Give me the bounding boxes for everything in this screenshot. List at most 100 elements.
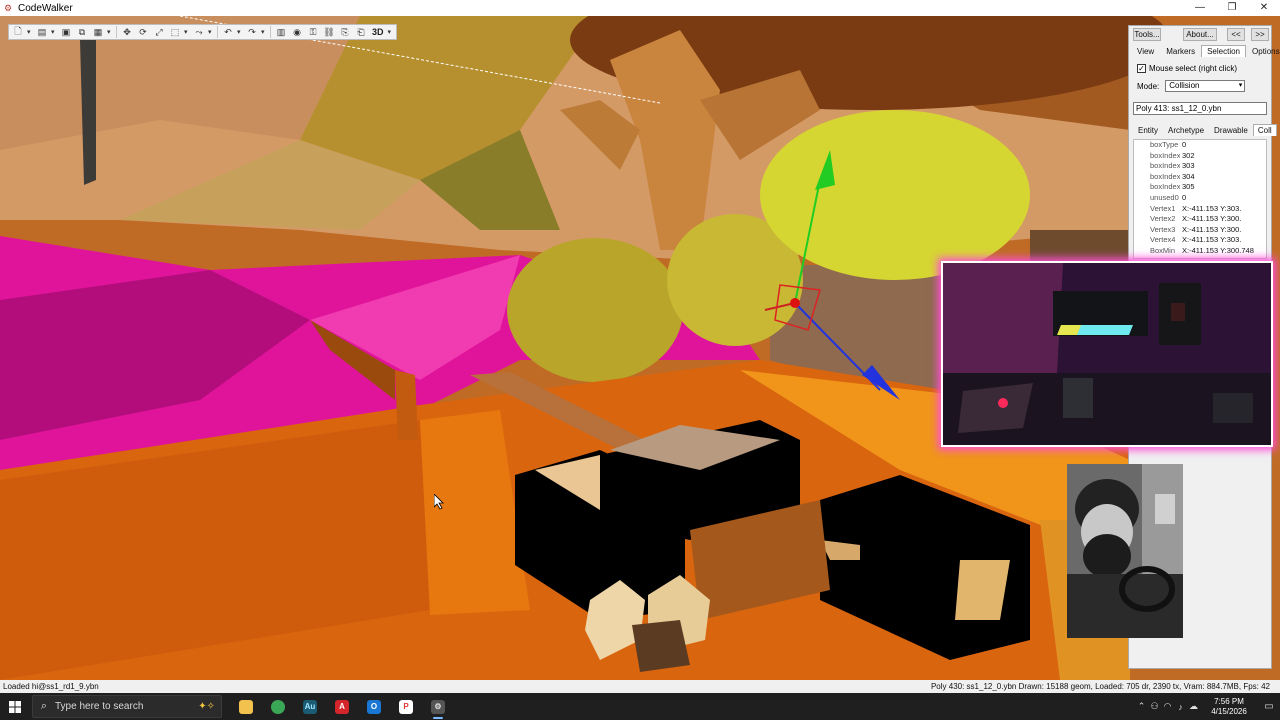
minimize-button[interactable]: — [1184,0,1216,16]
tab-selection[interactable]: Selection [1201,45,1247,57]
save-icon[interactable]: ▣ [59,26,73,38]
webcam-person-overlay [1067,464,1183,638]
taskbar-search-box[interactable]: ⌕ Type here to search ✦✧ [32,695,222,718]
toolbar-separator [116,26,117,38]
panel-tabs: View Markers Selection Options [1131,45,1280,57]
panel-top-buttons: Tools... About... << >> [1131,28,1269,42]
select-box-icon[interactable]: ⬚ [168,26,182,38]
lock-icon[interactable]: ⚿ [306,26,320,38]
mouse-select-row: ✓ Mouse select (right click) [1137,64,1237,73]
clock-time: 7:56 PM [1214,696,1244,706]
mouse-select-checkbox[interactable]: ✓ [1137,64,1146,73]
about-button[interactable]: About... [1183,28,1217,41]
subtab-archetype[interactable]: Archetype [1163,124,1209,136]
taskbar-apps: Au A O P ⚙ [230,693,454,720]
mouse-cursor-icon [434,494,444,510]
camera-icon[interactable]: ◉ [290,26,304,38]
property-row[interactable]: boxIndex1302 [1134,151,1266,162]
scale-icon[interactable]: ⤢ [152,26,166,38]
system-tray: ⌃ ⚇ ◠ ♪ ☁ 7:56 PM 4/15/2026 ▭ [1135,693,1280,720]
wifi-icon[interactable]: ◠ [1161,701,1174,712]
snap-icon[interactable]: ⤳ [192,26,206,38]
property-grid[interactable]: boxType0 boxIndex1302 boxIndex2303 boxIn… [1133,139,1267,259]
network-icon[interactable]: ⚇ [1148,701,1161,712]
redo-dropdown-icon[interactable]: ▾ [261,28,267,36]
mode-select[interactable]: Collision ▾ [1165,80,1246,92]
grid-icon[interactable]: ▥ [274,26,288,38]
outlook-icon[interactable]: O [358,693,390,720]
move-icon[interactable]: ✥ [120,26,134,38]
select-dropdown-icon[interactable]: ▾ [184,28,190,36]
subtab-coll[interactable]: Coll [1252,124,1277,136]
tab-markers[interactable]: Markers [1160,45,1201,57]
webcam-room-image [943,263,1271,445]
clock-date: 4/15/2026 [1211,706,1247,716]
search-highlight-icon: ✦✧ [198,701,215,712]
window-title: CodeWalker [18,2,73,14]
pdf-app-icon[interactable]: P [390,693,422,720]
mouse-select-label: Mouse select (right click) [1149,64,1238,73]
view-mode-button[interactable]: 3D [370,27,386,37]
status-left-text: Loaded hi@ss1_rd1_9.ybn [3,682,99,691]
chrome-icon[interactable] [262,693,294,720]
main-toolbar: 🗋 ▾ ▤ ▾ ▣ ⧉ ▦ ▾ ✥ ⟳ ⤢ ⬚ ▾ ⤳ ▾ ↶ ▾ ↷ ▾ ▥ … [8,24,397,40]
property-row[interactable]: boxIndex4305 [1134,182,1266,193]
chevron-down-icon: ▾ [1238,82,1243,89]
open-dropdown-icon[interactable]: ▾ [51,28,57,36]
restore-button[interactable]: ❐ [1216,0,1248,16]
mode-label: Mode: [1137,81,1160,91]
paste-icon[interactable]: ⎗ [354,26,368,38]
property-row[interactable]: Vertex3 X:-411.153 Y:300. [1134,225,1266,236]
status-right-text: Poly 430: ss1_12_0.ybn Drawn: 15188 geom… [930,682,1270,691]
open-icon[interactable]: ▤ [35,26,49,38]
property-row[interactable]: boxType 0 [1134,140,1266,151]
property-row[interactable]: unused0 0 [1134,193,1266,204]
notification-icon[interactable]: ▭ [1258,701,1280,712]
new-dropdown-icon[interactable]: ▾ [27,28,33,36]
property-row[interactable]: Vertex4 X:-411.153 Y:303. [1134,235,1266,246]
property-row[interactable]: boxIndex2303 [1134,161,1266,172]
taskbar: ⌕ Type here to search ✦✧ Au A O P ⚙ ⌃ ⚇ … [0,693,1280,720]
tools-button[interactable]: Tools... [1133,28,1161,41]
chevron-up-icon[interactable]: ⌃ [1135,701,1148,712]
window-controls: — ❐ ✕ [1184,0,1280,16]
clock[interactable]: 7:56 PM 4/15/2026 [1200,697,1258,717]
start-button[interactable] [0,693,30,720]
selection-name-field[interactable]: Poly 413: ss1_12_0.ybn [1133,102,1267,115]
rotate-icon[interactable]: ⟳ [136,26,150,38]
tab-view[interactable]: View [1131,45,1160,57]
property-row[interactable]: boxIndex3304 [1134,172,1266,183]
property-row[interactable]: BoxMin X:-411.153 Y:300.748 [1134,246,1266,257]
property-row[interactable]: Vertex1 X:-411.153 Y:303. [1134,204,1266,215]
new-icon[interactable]: 🗋 [11,26,25,38]
volume-icon[interactable]: ♪ [1174,702,1187,712]
snap-dropdown-icon[interactable]: ▾ [208,28,214,36]
title-bar: ⚙ CodeWalker — ❐ ✕ [0,0,1280,16]
prev-panel-button[interactable]: << [1227,28,1245,41]
next-panel-button[interactable]: >> [1251,28,1269,41]
undo-icon[interactable]: ↶ [221,26,235,38]
property-row[interactable]: Vertex2 X:-411.153 Y:300. [1134,214,1266,225]
acrobat-icon[interactable]: A [326,693,358,720]
undo-dropdown-icon[interactable]: ▾ [237,28,243,36]
subtab-entity[interactable]: Entity [1133,124,1163,136]
link-icon[interactable]: ⛓ [322,26,336,38]
codewalker-icon[interactable]: ⚙ [422,693,454,720]
file-explorer-icon[interactable] [230,693,262,720]
project-icon[interactable]: ▦ [91,26,105,38]
subtab-drawable[interactable]: Drawable [1209,124,1253,136]
search-placeholder: Type here to search [55,701,144,712]
project-dropdown-icon[interactable]: ▾ [107,28,113,36]
audition-icon[interactable]: Au [294,693,326,720]
close-button[interactable]: ✕ [1248,0,1280,16]
mode-select-value: Collision [1169,81,1200,90]
save-all-icon[interactable]: ⧉ [75,26,89,38]
codewalker-logo-icon: ⚙ [4,3,13,13]
onedrive-icon[interactable]: ☁ [1187,701,1200,712]
view-mode-dropdown-icon[interactable]: ▾ [388,28,394,36]
redo-icon[interactable]: ↷ [245,26,259,38]
copy-icon[interactable]: ⎘ [338,26,352,38]
selection-subtabs: Entity Archetype Drawable Coll [1133,124,1277,136]
tab-options[interactable]: Options [1246,45,1280,57]
status-bar: Loaded hi@ss1_rd1_9.ybn Poly 430: ss1_12… [0,680,1280,693]
